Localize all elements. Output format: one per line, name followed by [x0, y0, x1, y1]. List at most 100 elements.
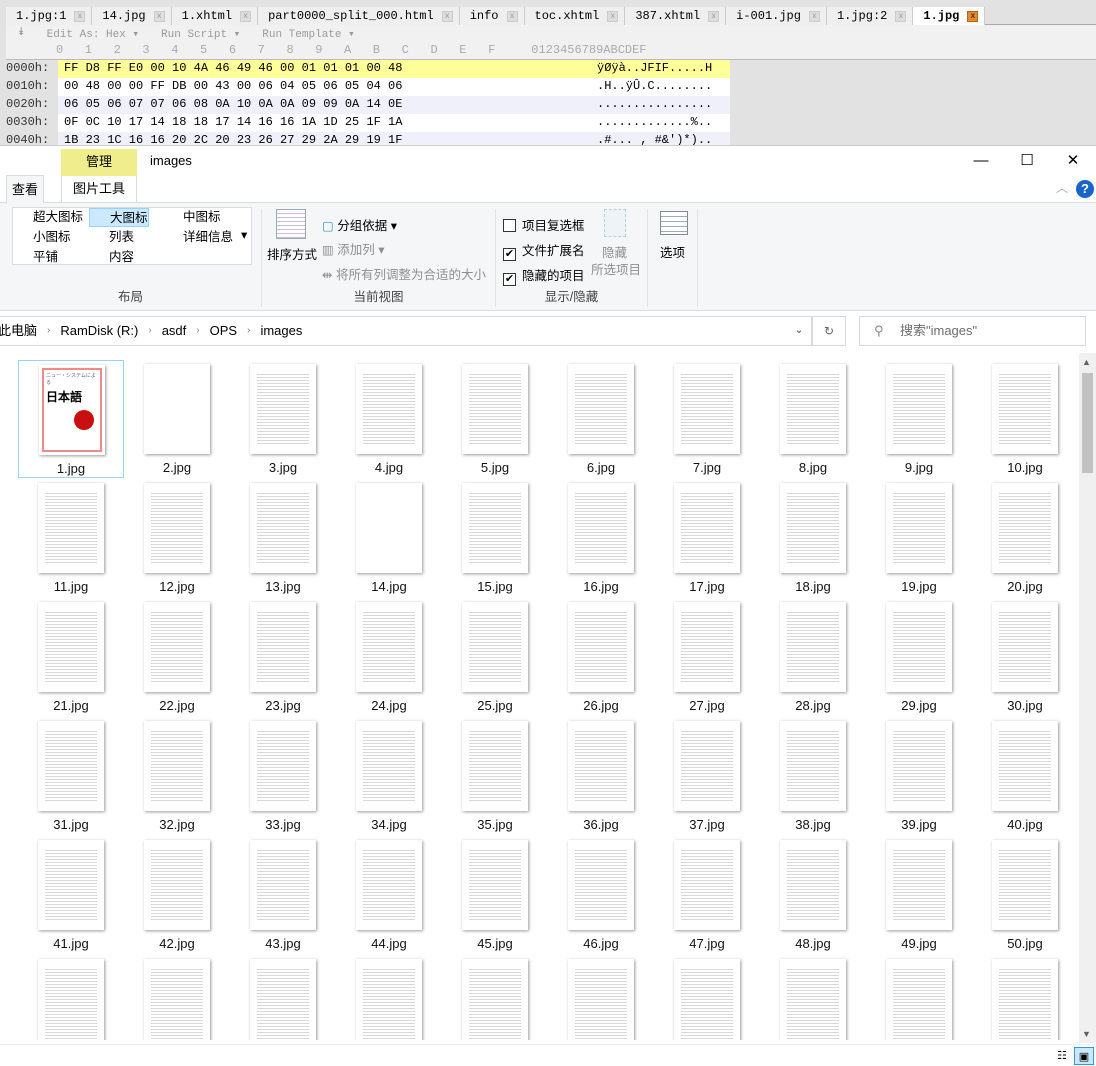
vertical-scrollbar[interactable]: ▲ ▼ — [1079, 353, 1096, 1043]
file-item[interactable]: 17.jpg — [654, 479, 760, 597]
file-tab[interactable]: part0000_split_000.html x — [258, 7, 460, 25]
file-item[interactable]: 20.jpg — [972, 479, 1078, 597]
file-item[interactable]: 8.jpg — [760, 360, 866, 478]
file-item[interactable]: 43.jpg — [230, 836, 336, 954]
file-item[interactable]: 35.jpg — [442, 717, 548, 835]
breadcrumb-separator-icon[interactable]: › — [241, 317, 256, 345]
run-script-dropdown[interactable]: Run Script ▾ — [161, 27, 240, 41]
file-item[interactable] — [336, 955, 442, 1040]
breadcrumb-item[interactable]: RamDisk (R:) — [56, 317, 142, 345]
breadcrumb-item[interactable]: asdf — [158, 317, 191, 345]
hex-row[interactable]: 0010h: 00 48 00 00 FF DB 00 43 00 06 04 0… — [6, 78, 730, 96]
hidden-items-toggle[interactable]: ✔ 隐藏的项目 — [503, 265, 585, 286]
file-item[interactable]: 42.jpg — [124, 836, 230, 954]
file-item[interactable]: 30.jpg — [972, 598, 1078, 716]
file-item[interactable]: 29.jpg — [866, 598, 972, 716]
gallery-scroll-icon[interactable]: ▾ — [239, 226, 247, 245]
close-tab-icon[interactable]: x — [708, 10, 720, 22]
breadcrumb-item[interactable]: images — [256, 317, 306, 345]
layout-option[interactable]: 大图标 — [89, 208, 149, 227]
search-input[interactable]: ⚲ 搜索"images" — [859, 316, 1086, 346]
file-item[interactable]: 13.jpg — [230, 479, 336, 597]
file-item[interactable]: 34.jpg — [336, 717, 442, 835]
row-bytes[interactable]: 06 05 06 07 07 06 08 0A 10 0A 0A 09 09 0… — [58, 96, 590, 114]
row-ascii[interactable]: .H..ÿÛ.C........ — [590, 78, 730, 96]
file-tab[interactable]: i-001.jpg x — [726, 7, 827, 25]
row-bytes[interactable]: FF D8 FF E0 00 10 4A 46 49 46 00 01 01 0… — [58, 60, 590, 78]
scroll-up-icon[interactable]: ▲ — [1082, 357, 1091, 367]
add-column-button[interactable]: 添加列 — [337, 243, 375, 257]
file-item[interactable]: 47.jpg — [654, 836, 760, 954]
layout-option[interactable]: 列表 — [89, 228, 134, 247]
file-item[interactable]: 26.jpg — [548, 598, 654, 716]
layout-option[interactable]: 详细信息 — [163, 228, 233, 247]
file-item[interactable]: 6.jpg — [548, 360, 654, 478]
file-item[interactable]: 49.jpg — [866, 836, 972, 954]
breadcrumb-separator-icon[interactable]: › — [41, 317, 56, 345]
file-item[interactable]: 16.jpg — [548, 479, 654, 597]
maximize-button[interactable]: ☐ — [1004, 146, 1050, 175]
close-tab-icon[interactable]: x — [607, 10, 619, 22]
run-template-dropdown[interactable]: Run Template ▾ — [262, 27, 354, 41]
close-button[interactable]: ✕ — [1050, 146, 1096, 175]
file-item[interactable]: 5.jpg — [442, 360, 548, 478]
file-item[interactable]: 41.jpg — [18, 836, 124, 954]
file-item[interactable]: ニュー・システムによる 日本語 1.jpg — [18, 360, 124, 478]
checkbox[interactable]: ✔ — [503, 248, 516, 261]
file-item[interactable] — [230, 955, 336, 1040]
file-tab[interactable]: 1.jpg x — [913, 7, 986, 25]
file-item[interactable] — [760, 955, 866, 1040]
file-item[interactable]: 12.jpg — [124, 479, 230, 597]
file-item[interactable]: 40.jpg — [972, 717, 1078, 835]
checkbox[interactable] — [503, 219, 516, 232]
row-ascii[interactable]: .............%.. — [590, 114, 730, 132]
file-tab[interactable]: 14.jpg x — [92, 7, 172, 25]
scroll-down-icon[interactable]: ▼ — [1082, 1029, 1091, 1039]
file-item[interactable]: 24.jpg — [336, 598, 442, 716]
manage-context-tab[interactable]: 管理 — [61, 149, 137, 176]
file-item[interactable] — [124, 955, 230, 1040]
breadcrumb-item[interactable]: OPS — [206, 317, 241, 345]
file-tab[interactable]: toc.xhtml x — [524, 7, 626, 25]
file-tab[interactable]: 1.xhtml x — [171, 7, 259, 25]
breadcrumb[interactable]: 此电脑 › RamDisk (R:) › asdf › OPS › images — [0, 316, 812, 346]
close-tab-icon[interactable]: x — [895, 10, 907, 22]
collapse-icon[interactable]: ⯯ — [18, 27, 25, 41]
hide-selected-label-2[interactable]: 所选项目 — [591, 259, 641, 278]
layout-option[interactable]: 中图标 — [163, 208, 221, 227]
layout-option[interactable]: 平铺 — [13, 248, 58, 267]
file-item[interactable]: 32.jpg — [124, 717, 230, 835]
file-item[interactable]: 18.jpg — [760, 479, 866, 597]
history-dropdown-icon[interactable]: ⌄ — [786, 316, 812, 346]
file-item[interactable]: 10.jpg — [972, 360, 1078, 478]
file-tab[interactable]: 1.jpg:1 x — [6, 7, 93, 25]
close-tab-icon[interactable]: x — [441, 10, 453, 22]
file-item[interactable]: 4.jpg — [336, 360, 442, 478]
file-item[interactable] — [654, 955, 760, 1040]
row-ascii[interactable]: ÿØÿà..JFIF.....H — [590, 60, 730, 78]
file-item[interactable]: 39.jpg — [866, 717, 972, 835]
file-item[interactable] — [548, 955, 654, 1040]
file-item[interactable]: 33.jpg — [230, 717, 336, 835]
file-item[interactable]: 36.jpg — [548, 717, 654, 835]
collapse-ribbon-icon[interactable]: ︿ — [1056, 179, 1068, 196]
close-tab-icon[interactable]: x — [153, 10, 165, 22]
breadcrumb-item[interactable]: 此电脑 — [0, 317, 41, 345]
file-extensions-toggle[interactable]: ✔ 文件扩展名 — [503, 240, 585, 261]
file-item[interactable]: 27.jpg — [654, 598, 760, 716]
large-icons-view-icon[interactable]: ▣ — [1074, 1047, 1094, 1065]
layout-option[interactable]: 超大图标 — [13, 208, 83, 227]
file-item[interactable] — [18, 955, 124, 1040]
minimize-button[interactable]: — — [958, 146, 1004, 175]
item-checkboxes-toggle[interactable]: 项目复选框 — [503, 215, 585, 234]
checkbox[interactable]: ✔ — [503, 273, 516, 286]
file-tab[interactable]: 1.jpg:2 x — [826, 7, 914, 25]
close-tab-icon[interactable]: x — [506, 10, 518, 22]
file-item[interactable]: 21.jpg — [18, 598, 124, 716]
sort-by-button[interactable]: 排序方式 — [267, 244, 317, 263]
file-item[interactable]: 23.jpg — [230, 598, 336, 716]
scrollbar-thumb[interactable] — [1082, 373, 1093, 473]
breadcrumb-separator-icon[interactable]: › — [142, 317, 157, 345]
row-bytes[interactable]: 0F 0C 10 17 14 18 18 17 14 16 16 1A 1D 2… — [58, 114, 590, 132]
row-ascii[interactable]: ................ — [590, 96, 730, 114]
